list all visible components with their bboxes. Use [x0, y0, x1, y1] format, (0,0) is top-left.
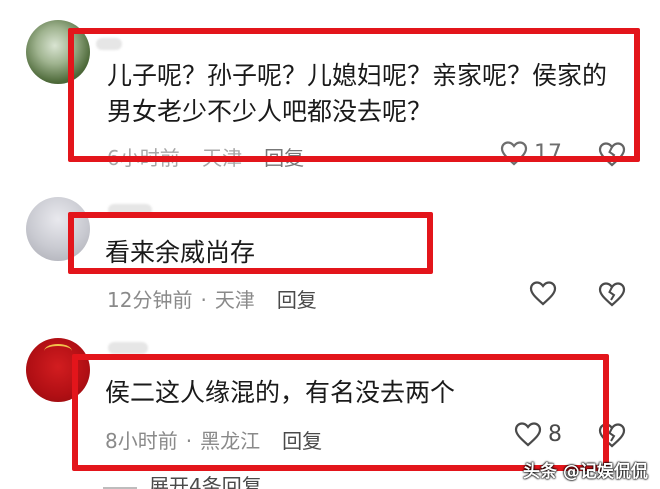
- broken-heart-icon[interactable]: [598, 281, 626, 307]
- heart-outline-icon: [529, 281, 557, 306]
- avatar-decoration: [44, 344, 72, 358]
- comment-location: 天津: [214, 288, 255, 312]
- like-button[interactable]: [529, 280, 557, 306]
- comment-meta: 12分钟前 · 天津 回复: [107, 284, 317, 313]
- highlight-box: [68, 28, 640, 162]
- meta-separator: ·: [200, 288, 207, 312]
- expand-replies-button[interactable]: 展开4条回复: [103, 470, 262, 489]
- highlight-box: [68, 212, 433, 274]
- reply-button[interactable]: 回复: [277, 288, 317, 312]
- divider: [103, 486, 137, 489]
- expand-replies-label: 展开4条回复: [149, 474, 262, 489]
- watermark: 头条 @记娱侃侃: [523, 462, 648, 482]
- comment-time: 12分钟前: [107, 288, 193, 312]
- username-blurred[interactable]: [108, 342, 148, 354]
- highlight-box: [72, 354, 609, 471]
